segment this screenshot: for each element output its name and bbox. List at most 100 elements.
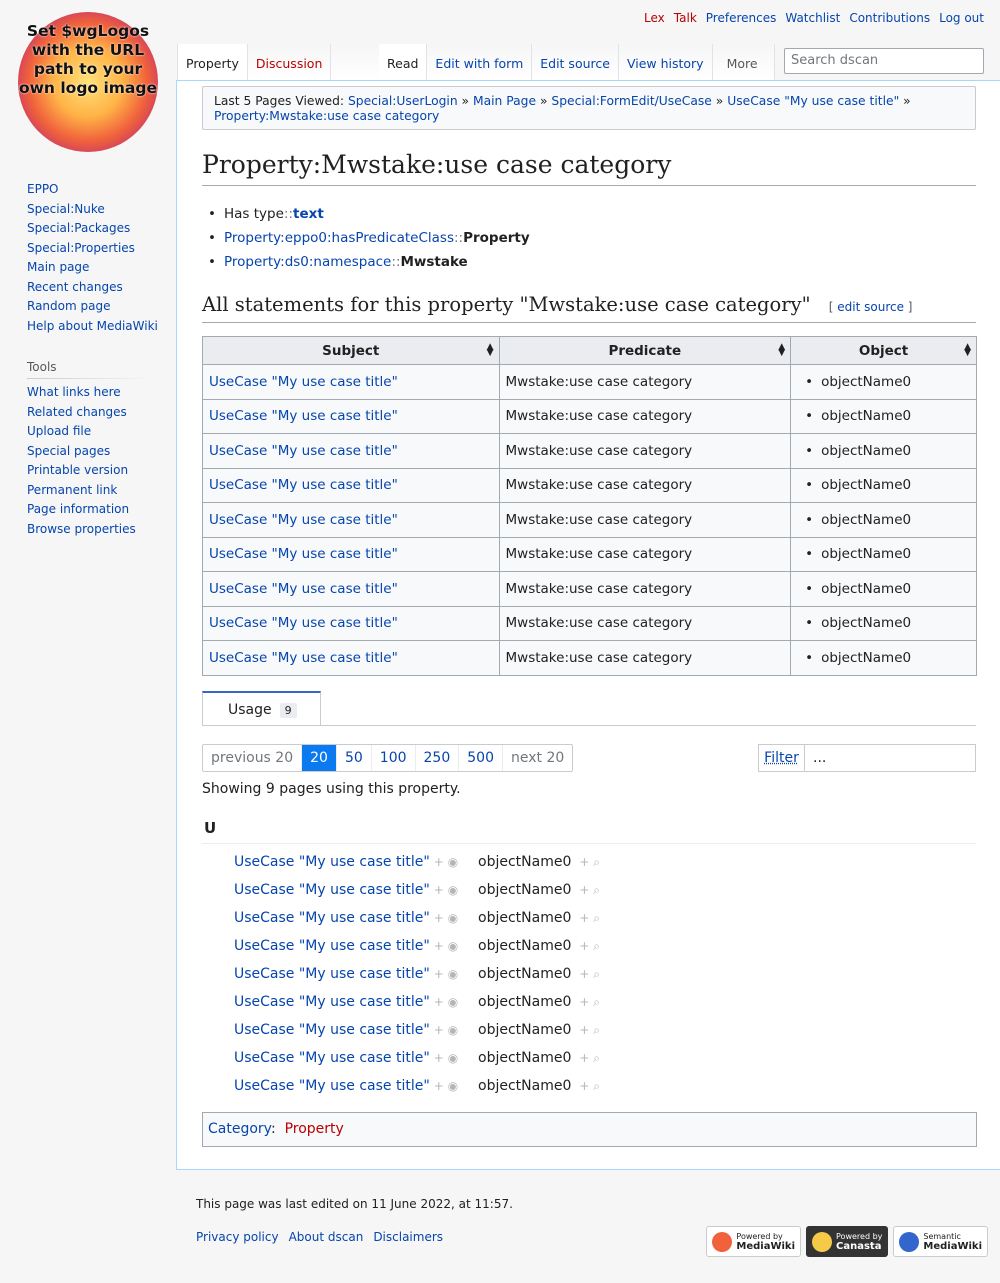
category-property-link[interactable]: Property [285,1121,344,1137]
plus-icon[interactable]: + [579,911,589,925]
category-label-link[interactable]: Category [208,1121,271,1137]
subject-link[interactable]: UseCase "My use case title" [209,408,398,424]
search-icon[interactable]: ⌕ [593,1023,600,1037]
sidebar-item-link[interactable]: Random page [27,299,110,313]
eye-icon[interactable]: ◉ [448,911,458,925]
search-icon[interactable]: ⌕ [593,1051,600,1065]
personal-tool-link[interactable]: Contributions [849,11,930,25]
plus-icon[interactable]: + [434,1051,444,1065]
powered-by-badge[interactable]: Powered by MediaWiki [706,1226,802,1257]
column-header-predicate[interactable]: Predicate ▲ ▼ [498,336,792,365]
tab-edit-with-form[interactable]: Edit with form [427,44,533,80]
personal-tool-link[interactable]: Talk [674,11,697,25]
sidebar-tools-link[interactable]: Related changes [27,405,127,419]
tab-property[interactable]: Property [177,44,248,80]
usage-subject-link[interactable]: UseCase "My use case title" [234,1022,430,1038]
plus-icon[interactable]: + [579,995,589,1009]
plus-icon[interactable]: + [434,1023,444,1037]
personal-tool-link[interactable]: Lex [644,11,665,25]
usage-subject-link[interactable]: UseCase "My use case title" [234,854,430,870]
search-input[interactable]: Search dscan [784,48,984,74]
footer-link[interactable]: Privacy policy [196,1230,279,1244]
plus-icon[interactable]: + [434,911,444,925]
plus-icon[interactable]: + [434,995,444,1009]
eye-icon[interactable]: ◉ [448,883,458,897]
sidebar-item-link[interactable]: Main page [27,260,89,274]
pager-item[interactable]: 500 [458,745,502,771]
sidebar-tools-link[interactable]: Page information [27,502,129,516]
search-icon[interactable]: ⌕ [593,883,600,897]
subject-link[interactable]: UseCase "My use case title" [209,546,398,562]
usage-subject-link[interactable]: UseCase "My use case title" [234,966,430,982]
usage-subject-link[interactable]: UseCase "My use case title" [234,938,430,954]
powered-by-badge[interactable]: Semantic MediaWiki [893,1226,988,1257]
footer-link[interactable]: About dscan [289,1230,364,1244]
pager-item[interactable]: 100 [370,745,415,771]
subject-link[interactable]: UseCase "My use case title" [209,374,398,390]
usage-subject-link[interactable]: UseCase "My use case title" [234,1078,430,1094]
breadcrumb-link[interactable]: Special:FormEdit/UseCase [551,94,711,108]
pager-item[interactable]: 50 [335,745,371,771]
personal-tool-link[interactable]: Preferences [706,11,777,25]
property-fact-key[interactable]: Property:eppo0:hasPredicateClass [224,230,454,246]
sidebar-item-link[interactable]: Help about MediaWiki [27,319,158,333]
sidebar-tools-link[interactable]: Upload file [27,424,91,438]
subject-link[interactable]: UseCase "My use case title" [209,650,398,666]
site-logo[interactable]: Set $wgLogos with the URL path to your o… [18,12,158,152]
powered-by-badge[interactable]: Powered by Canasta [806,1226,889,1257]
usage-subject-link[interactable]: UseCase "My use case title" [234,910,430,926]
sidebar-tools-link[interactable]: Special pages [27,444,110,458]
pager-item[interactable]: next 20 [501,745,572,771]
plus-icon[interactable]: + [434,967,444,981]
sidebar-item-link[interactable]: Special:Nuke [27,202,105,216]
column-header-subject[interactable]: Subject ▲ ▼ [202,336,500,365]
property-fact-key[interactable]: Property:ds0:namespace [224,254,391,270]
eye-icon[interactable]: ◉ [448,855,458,869]
plus-icon[interactable]: + [579,939,589,953]
tab-more-menu[interactable]: More [712,44,775,80]
tab-usage[interactable]: Usage 9 [202,691,321,726]
eye-icon[interactable]: ◉ [448,1023,458,1037]
pager-item[interactable]: 250 [414,745,459,771]
subject-link[interactable]: UseCase "My use case title" [209,477,398,493]
eye-icon[interactable]: ◉ [448,967,458,981]
subject-link[interactable]: UseCase "My use case title" [209,443,398,459]
pager-item[interactable]: previous 20 [203,745,301,771]
search-icon[interactable]: ⌕ [593,855,600,869]
search-icon[interactable]: ⌕ [593,911,600,925]
tab-edit-source[interactable]: Edit source [532,44,619,80]
eye-icon[interactable]: ◉ [448,995,458,1009]
subject-link[interactable]: UseCase "My use case title" [209,615,398,631]
sidebar-tools-link[interactable]: What links here [27,385,121,399]
search-icon[interactable]: ⌕ [593,1079,600,1093]
sidebar-item-link[interactable]: Special:Packages [27,221,130,235]
plus-icon[interactable]: + [434,939,444,953]
plus-icon[interactable]: + [434,855,444,869]
tab-discussion[interactable]: Discussion [247,44,332,80]
eye-icon[interactable]: ◉ [448,1079,458,1093]
usage-subject-link[interactable]: UseCase "My use case title" [234,1050,430,1066]
sidebar-item-link[interactable]: EPPO [27,182,59,196]
breadcrumb-link[interactable]: Special:UserLogin [348,94,458,108]
personal-tool-link[interactable]: Log out [939,11,984,25]
subject-link[interactable]: UseCase "My use case title" [209,512,398,528]
usage-subject-link[interactable]: UseCase "My use case title" [234,994,430,1010]
tab-view-history[interactable]: View history [618,44,713,80]
personal-tool-link[interactable]: Watchlist [785,11,840,25]
plus-icon[interactable]: + [579,883,589,897]
plus-icon[interactable]: + [434,1079,444,1093]
pager-item[interactable]: 20 [301,745,336,771]
sidebar-tools-link[interactable]: Printable version [27,463,128,477]
sidebar-tools-link[interactable]: Browse properties [27,522,136,536]
search-icon[interactable]: ⌕ [593,995,600,1009]
filter-button[interactable]: Filter [759,745,805,771]
sidebar-item-link[interactable]: Special:Properties [27,241,135,255]
breadcrumb-link[interactable]: Main Page [473,94,536,108]
sidebar-item-link[interactable]: Recent changes [27,280,123,294]
column-header-object[interactable]: Object ▲ ▼ [790,336,977,365]
breadcrumb-link[interactable]: Property:Mwstake:use case category [214,109,439,123]
plus-icon[interactable]: + [434,883,444,897]
plus-icon[interactable]: + [579,1079,589,1093]
eye-icon[interactable]: ◉ [448,1051,458,1065]
property-fact-value[interactable]: text [293,206,324,222]
